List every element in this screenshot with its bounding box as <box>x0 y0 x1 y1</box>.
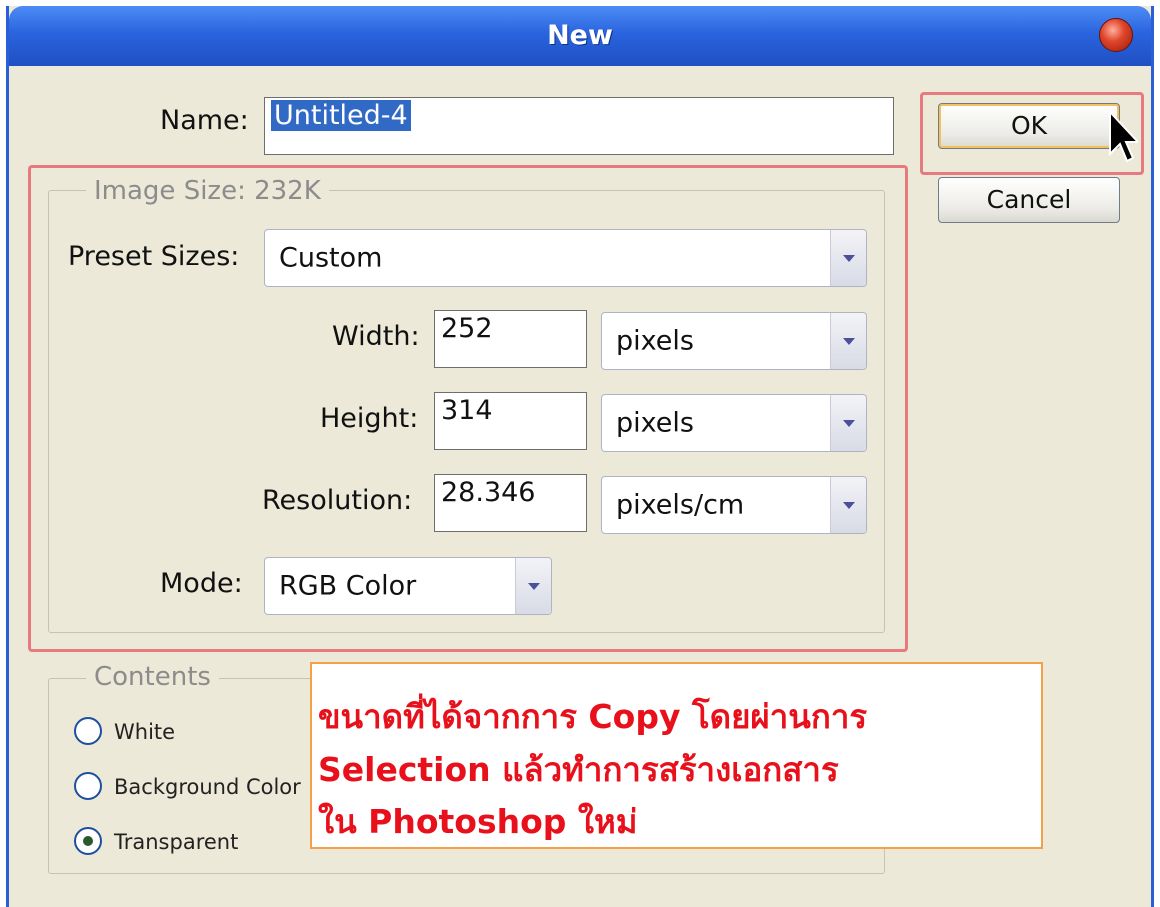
preset-sizes-label: Preset Sizes: <box>68 241 240 272</box>
contents-group-title: Contents <box>86 662 219 692</box>
height-unit-select[interactable]: pixels <box>601 394 867 452</box>
mouse-cursor-icon <box>1109 110 1138 163</box>
radio-white[interactable] <box>74 717 102 745</box>
cancel-button[interactable]: Cancel <box>938 177 1120 223</box>
resolution-label: Resolution: <box>262 485 413 516</box>
width-unit-value: pixels <box>616 325 694 357</box>
annotation-line-3: ใน Photoshop ใหม่ <box>318 802 638 841</box>
radio-background-color[interactable] <box>74 772 102 800</box>
height-label: Height: <box>320 403 419 434</box>
height-input[interactable]: 314 <box>434 392 587 450</box>
radio-white-label: White <box>114 720 176 744</box>
mode-select[interactable]: RGB Color <box>264 557 552 615</box>
radio-background-color-label: Background Color <box>114 775 301 799</box>
chevron-down-icon[interactable] <box>515 558 551 614</box>
width-label: Width: <box>332 321 420 352</box>
name-label: Name: <box>160 105 249 136</box>
dialog-title: New <box>547 20 613 51</box>
title-bar: New <box>9 6 1151 66</box>
width-input[interactable]: 252 <box>434 310 587 368</box>
ok-button[interactable]: OK <box>938 103 1120 149</box>
image-size-group-title: Image Size: 232K <box>86 176 329 206</box>
radio-transparent-label: Transparent <box>114 830 239 854</box>
mode-label: Mode: <box>160 568 243 599</box>
resolution-unit-value: pixels/cm <box>616 489 745 521</box>
annotation-line-1: ขนาดที่ได้จากการ Copy โดยผ่านการ <box>318 697 868 736</box>
chevron-down-icon[interactable] <box>830 230 866 286</box>
chevron-down-icon[interactable] <box>830 395 866 451</box>
close-icon[interactable] <box>1099 18 1133 52</box>
mode-value: RGB Color <box>279 570 417 602</box>
resolution-input[interactable]: 28.346 <box>434 474 587 532</box>
chevron-down-icon[interactable] <box>830 477 866 533</box>
radio-transparent[interactable] <box>74 827 102 855</box>
preset-sizes-select[interactable]: Custom <box>264 229 867 287</box>
chevron-down-icon[interactable] <box>830 313 866 369</box>
height-unit-value: pixels <box>616 407 694 439</box>
preset-sizes-value: Custom <box>279 242 383 274</box>
name-value: Untitled-4 <box>271 100 411 131</box>
name-input[interactable]: Untitled-4 <box>264 97 894 155</box>
resolution-unit-select[interactable]: pixels/cm <box>601 476 867 534</box>
width-unit-select[interactable]: pixels <box>601 312 867 370</box>
annotation-line-2: Selection แล้วทำการสร้างเอกสาร <box>318 750 839 789</box>
annotation-note: ขนาดที่ได้จากการ Copy โดยผ่านการ Selecti… <box>310 662 1043 849</box>
